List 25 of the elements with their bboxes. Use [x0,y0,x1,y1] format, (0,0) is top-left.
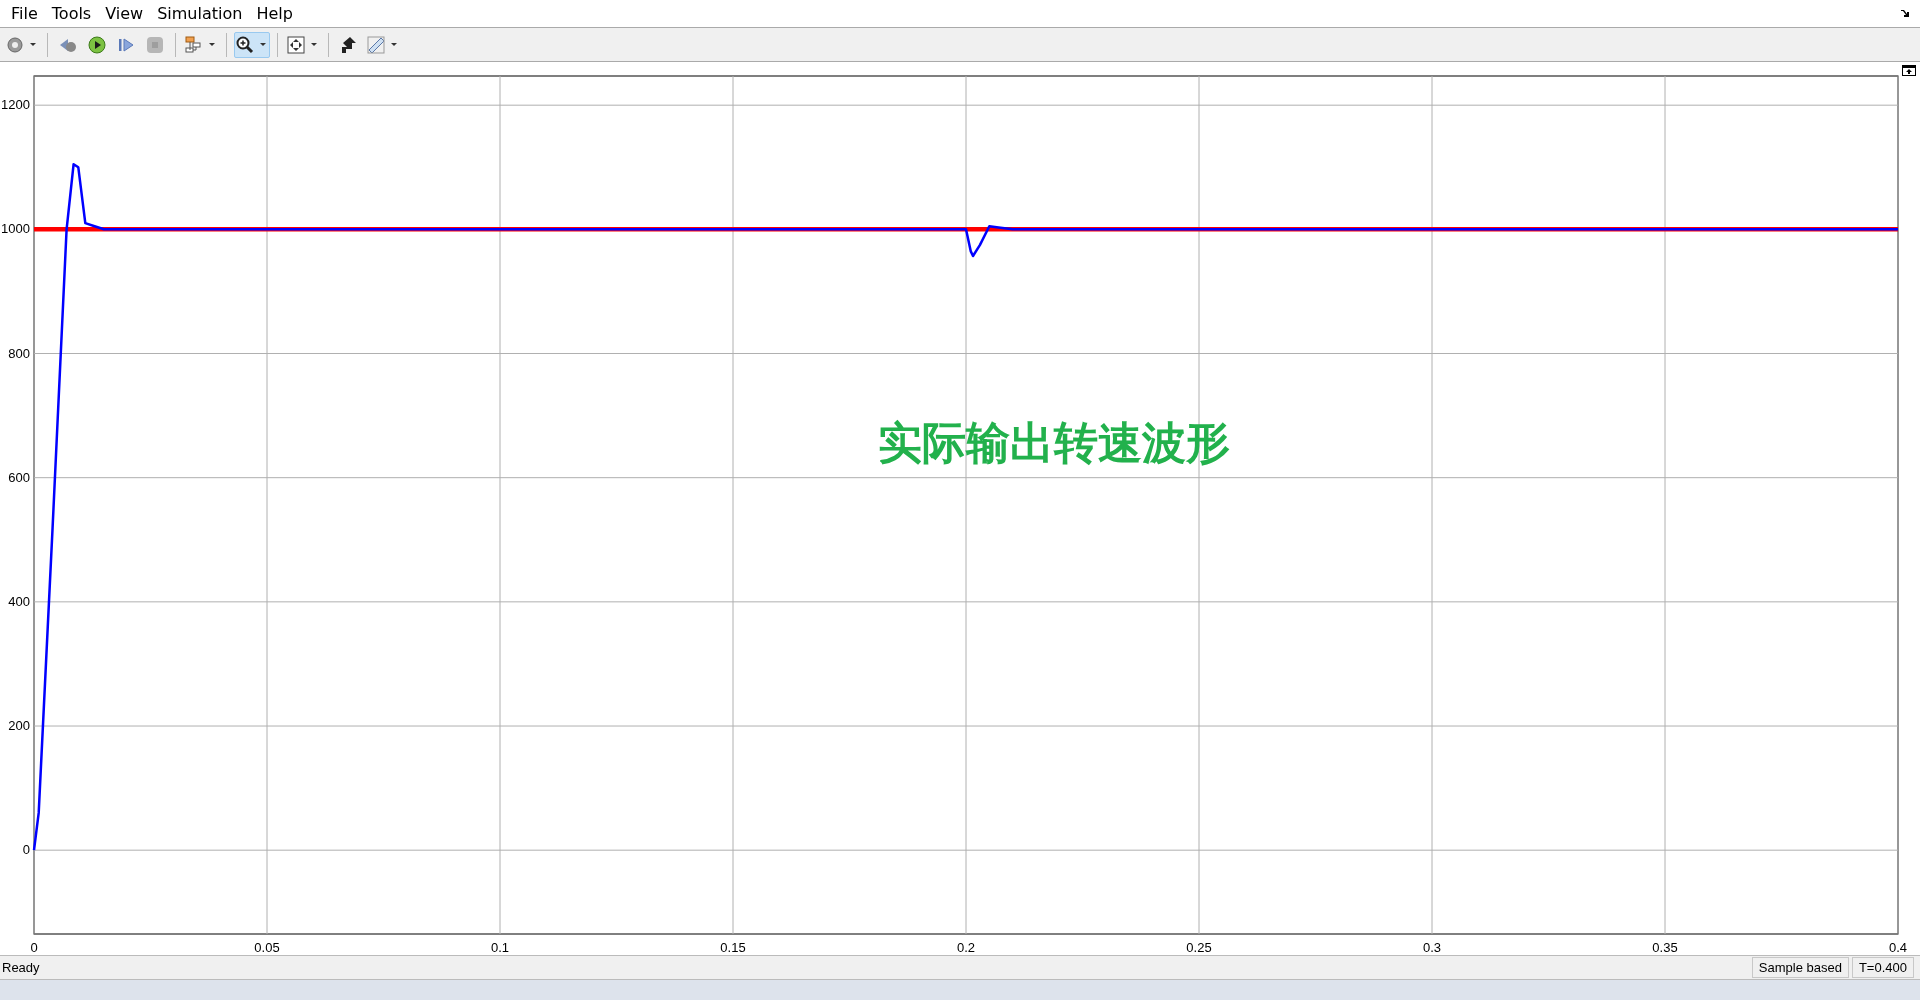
menu-item[interactable]: Help [249,4,300,23]
x-tick-label: 0.2 [956,940,976,955]
menu-item[interactable]: File [4,4,45,23]
x-tick-label: 0.35 [1652,940,1678,955]
x-tick-label: 0 [30,940,38,955]
menu-item[interactable]: Tools [44,4,99,23]
x-tick-label: 0.25 [1186,940,1212,955]
menu-item[interactable]: Simulation [150,4,250,23]
status-message: Ready [1,960,40,975]
x-tick-label: 0.15 [720,940,746,955]
status-time: T=0.400 [1851,957,1914,978]
status-mode: Sample based [1751,957,1849,978]
x-tick-label: 0.1 [490,940,510,955]
y-tick-label: 600 [8,469,30,485]
x-tick-label: 0.4 [1888,940,1908,955]
y-tick-label: 200 [8,718,30,733]
y-tick-label: 1200 [1,97,30,113]
x-tick-label: 0.05 [254,940,280,955]
y-tick-label: 0 [22,842,30,858]
menu-item[interactable]: View [98,4,151,23]
y-tick-label: 800 [8,345,30,361]
y-tick-label: 1000 [1,221,30,237]
overlay-caption: 实际输出转速波形 [878,416,1230,470]
x-tick-label: 0.3 [1422,940,1442,955]
y-tick-label: 400 [8,593,30,609]
